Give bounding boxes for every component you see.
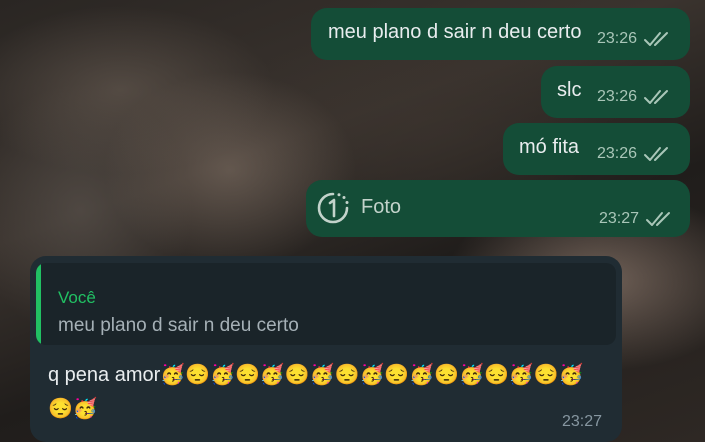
- message-meta: 23:26: [597, 145, 671, 163]
- outgoing-view-once-photo[interactable]: Foto 23:27: [306, 180, 690, 237]
- message-text: Foto: [361, 196, 402, 218]
- message-time: 23:27: [562, 413, 603, 430]
- message-time: 23:26: [597, 88, 638, 105]
- read-receipt-icon: [644, 147, 669, 161]
- message-time: 23:26: [597, 145, 638, 162]
- read-receipt-icon: [644, 32, 669, 46]
- message-text: meu plano d sair n deu certo: [328, 21, 582, 43]
- outgoing-message[interactable]: slc 23:26: [541, 66, 690, 118]
- message-text: mó fita: [519, 136, 580, 158]
- read-receipt-icon: [644, 90, 669, 104]
- quote-author: Você: [58, 288, 96, 307]
- message-time: 23:27: [599, 210, 640, 227]
- quote-text: meu plano d sair n deu certo: [58, 315, 299, 336]
- message-meta: 23:26: [597, 30, 671, 48]
- outgoing-message[interactable]: meu plano d sair n deu certo 23:26: [311, 8, 690, 60]
- message-text: q pena amor🥳😔🥳😔🥳😔🥳😔🥳😔🥳😔🥳😔🥳😔🥳😔🥳: [48, 364, 584, 420]
- message-meta: 23:27: [599, 210, 673, 228]
- message-text: slc: [557, 79, 582, 101]
- quoted-message[interactable]: Você meu plano d sair n deu certo: [36, 263, 616, 345]
- view-once-icon: [317, 192, 349, 224]
- message-time: 23:26: [597, 30, 638, 47]
- read-receipt-icon: [646, 212, 671, 226]
- quote-accent-bar: [36, 263, 41, 345]
- incoming-message[interactable]: Você meu plano d sair n deu certo q pena…: [30, 256, 622, 442]
- message-meta: 23:26: [597, 88, 671, 106]
- outgoing-message[interactable]: mó fita 23:26: [503, 123, 690, 175]
